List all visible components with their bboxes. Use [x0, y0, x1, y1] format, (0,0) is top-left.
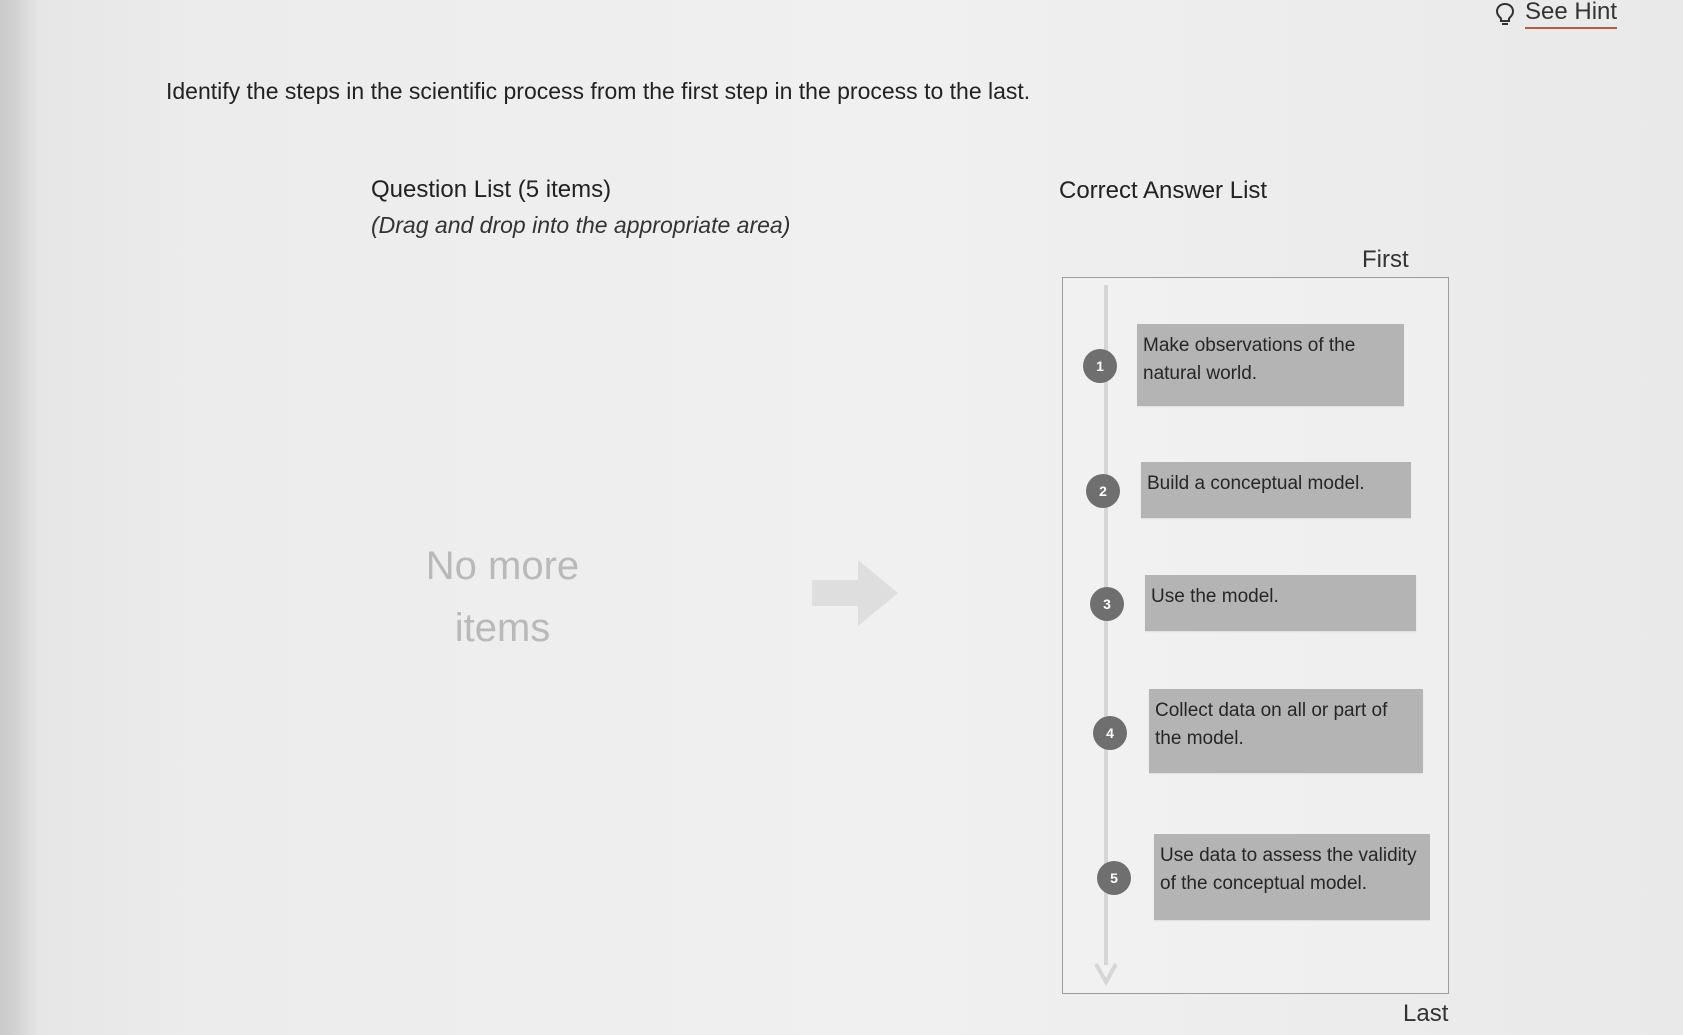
- first-label: First: [1362, 246, 1409, 273]
- last-label: Last: [1403, 1000, 1449, 1027]
- left-edge-shadow: [0, 0, 40, 1035]
- lightbulb-icon: [1495, 2, 1515, 26]
- correct-answer-list-title: Correct Answer List: [1059, 177, 1268, 204]
- answer-card-step-2[interactable]: Build a conceptual model.: [1141, 462, 1411, 518]
- step-number-badge: 5: [1097, 861, 1131, 895]
- answer-card-step-1[interactable]: Make observations of the natural world.: [1137, 324, 1404, 406]
- timeline-down-arrow-icon: [1094, 960, 1118, 991]
- answer-card-step-5[interactable]: Use data to assess the validity of the c…: [1154, 834, 1430, 920]
- see-hint-label[interactable]: See Hint: [1525, 0, 1618, 29]
- question-list-subtitle: (Drag and drop into the appropriate area…: [371, 212, 791, 238]
- question-list-title: Question List (5 items): [371, 176, 612, 203]
- question-prompt: Identify the steps in the scientific pro…: [166, 78, 1031, 104]
- answer-card-step-4[interactable]: Collect data on all or part of the model…: [1149, 689, 1423, 773]
- answer-card-step-3[interactable]: Use the model.: [1145, 575, 1416, 631]
- step-number-badge: 3: [1090, 587, 1124, 621]
- step-number-badge: 4: [1093, 716, 1127, 750]
- step-number-badge: 1: [1083, 349, 1117, 383]
- right-arrow-icon: [812, 560, 898, 631]
- see-hint-button[interactable]: See Hint: [1495, 0, 1618, 29]
- empty-list-message: No more items: [425, 544, 580, 650]
- step-number-badge: 2: [1086, 474, 1120, 508]
